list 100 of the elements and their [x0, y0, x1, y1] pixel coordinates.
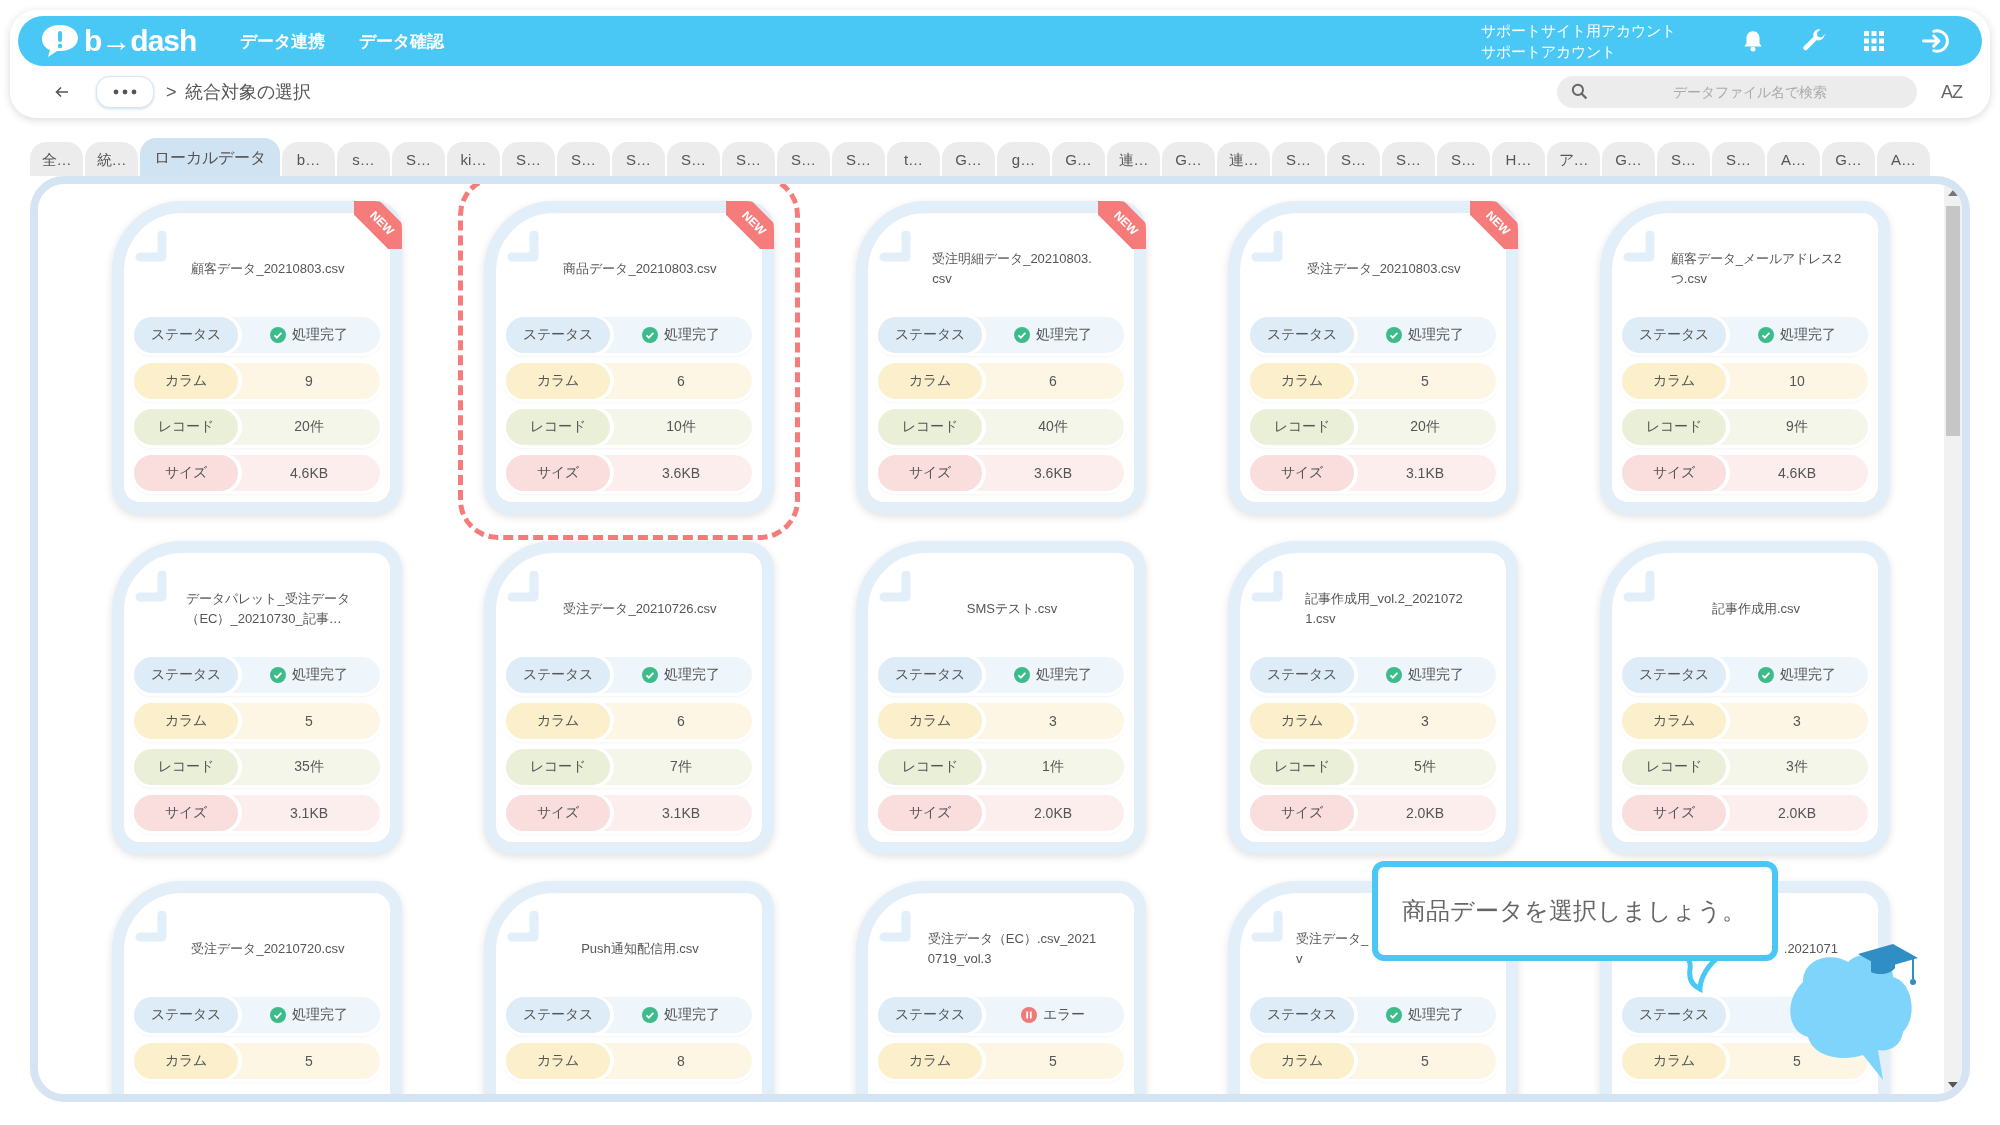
scroll-thumb[interactable] — [1946, 206, 1960, 436]
info-row: サイズ 4.6KB — [134, 455, 380, 491]
info-row: カラム 3 — [878, 703, 1124, 739]
tab[interactable]: A… — [1877, 142, 1930, 176]
info-row: サイズ 4.6KB — [1622, 455, 1868, 491]
info-row: サイズ 3.1KB — [134, 795, 380, 831]
info-row: カラム 3 — [1622, 703, 1868, 739]
file-card[interactable]: 受注データ_20210720.csv ステータス 処理完了 カラム 5 — [112, 881, 402, 1094]
file-name: .2021071 — [1783, 940, 1838, 958]
info-row: ステータス 処理完了 — [134, 997, 380, 1033]
tab[interactable]: S… — [1327, 142, 1380, 176]
info-row: サイズ 3.6KB — [878, 455, 1124, 491]
tab[interactable]: S… — [392, 142, 445, 176]
more-button[interactable] — [96, 76, 154, 108]
scroll-up-icon[interactable] — [1948, 190, 1958, 196]
info-row: ステータス 処理完了 — [506, 657, 752, 693]
breadcrumb-separator: > — [166, 81, 177, 103]
tab[interactable]: G… — [1822, 142, 1875, 176]
file-card[interactable]: 記事作成用.csv ステータス 処理完了 カラム 3 レコード 3件 サイズ 2.0KB — [1600, 541, 1890, 854]
info-row: レコード 5件 — [1250, 749, 1496, 785]
tab[interactable]: t… — [887, 142, 940, 176]
tab[interactable]: S… — [1382, 142, 1435, 176]
info-row: サイズ 2.0KB — [878, 795, 1124, 831]
file-card[interactable]: SMSテスト.csv ステータス 処理完了 カラム 3 レコード 1件 サイズ 2.0KB — [856, 541, 1146, 854]
tab[interactable]: S… — [722, 142, 775, 176]
info-row: カラム 6 — [506, 363, 752, 399]
tab[interactable]: 統… — [85, 142, 138, 176]
file-name: 商品データ_20210803.csv — [563, 260, 717, 278]
dots-icon — [113, 89, 137, 95]
info-row: カラム 9 — [134, 363, 380, 399]
file-card[interactable]: 受注データ（EC）.csv_2021 0719_vol.3 ステータス エラー カラム 5 — [856, 881, 1146, 1094]
file-card[interactable]: 顧客データ_メールアドレス2 つ.csv ステータス 処理完了 カラム 10 レコード 9件 サイズ 4.6KB — [1600, 201, 1890, 514]
info-row: カラム 6 — [506, 703, 752, 739]
file-card[interactable]: Push通知配信用.csv ステータス 処理完了 カラム 8 — [484, 881, 774, 1094]
tab[interactable]: S… — [612, 142, 665, 176]
info-row: ステータス 処理完了 — [1250, 657, 1496, 693]
info-row: ステータス 処理完了 — [506, 317, 752, 353]
info-row: レコード 10件 — [506, 409, 752, 445]
file-name: 受注データ（EC）.csv_2021 0719_vol.3 — [927, 930, 1097, 968]
info-row: カラム 5 — [878, 1043, 1124, 1079]
tab[interactable]: g… — [997, 142, 1050, 176]
tab[interactable]: S… — [1712, 142, 1765, 176]
info-row: サイズ 2.0KB — [1250, 795, 1496, 831]
info-row: カラム 5 — [134, 1043, 380, 1079]
info-row: ステータス 処理完了 — [1250, 317, 1496, 353]
tab[interactable]: G… — [942, 142, 995, 176]
file-card[interactable]: 受注データ_20210726.csv ステータス 処理完了 カラム 6 レコード 7件 サイズ 3.1KB — [484, 541, 774, 854]
scroll-down-icon[interactable] — [1948, 1082, 1958, 1088]
file-name: データパレット_受注データ （EC）_20210730_記事… — [186, 590, 350, 628]
file-name: 受注明細データ_20210803. csv — [932, 250, 1092, 288]
tab[interactable]: b… — [282, 142, 335, 176]
tab[interactable]: ローカルデータ — [140, 138, 280, 176]
file-name: 受注データ_ v — [1296, 930, 1369, 968]
info-row: カラム 10 — [1622, 363, 1868, 399]
file-card[interactable]: データパレット_受注データ （EC）_20210730_記事… ステータス 処理完了 カラム 5 レコード 35件 サイズ 3.1KB — [112, 541, 402, 854]
sort-button[interactable]: AZ — [1941, 81, 1962, 103]
info-row: サイズ 2.0KB — [1622, 795, 1868, 831]
tab[interactable]: 全… — [30, 142, 83, 176]
info-row: ステータス 処理完了 — [1622, 317, 1868, 353]
tab[interactable]: S… — [832, 142, 885, 176]
info-row: レコード 3件 — [1622, 749, 1868, 785]
tab[interactable]: G… — [1602, 142, 1655, 176]
back-arrow-icon[interactable] — [54, 84, 70, 100]
tab[interactable]: H… — [1492, 142, 1545, 176]
tab[interactable]: ア… — [1547, 142, 1600, 176]
search-field[interactable]: データファイル名で検索 — [1557, 76, 1917, 108]
file-name: 顧客データ_メールアドレス2 つ.csv — [1670, 250, 1842, 288]
grid-icon[interactable] — [1862, 29, 1886, 53]
file-name: 記事作成用_vol.2_2021072 1.csv — [1305, 590, 1463, 628]
info-row: ステータス 処理完了 — [878, 657, 1124, 693]
tab[interactable]: S… — [777, 142, 830, 176]
tab[interactable]: s… — [337, 142, 390, 176]
tab[interactable]: S… — [1657, 142, 1710, 176]
tab[interactable]: 連… — [1217, 142, 1270, 176]
tab[interactable]: S… — [1437, 142, 1490, 176]
info-row: レコード 40件 — [878, 409, 1124, 445]
info-row: カラム 5 — [134, 703, 380, 739]
tab[interactable]: S… — [667, 142, 720, 176]
tab[interactable]: ki… — [447, 142, 500, 176]
info-row: カラム 5 — [1250, 363, 1496, 399]
scrollbar[interactable] — [1944, 184, 1962, 1094]
tab[interactable]: G… — [1052, 142, 1105, 176]
info-row: カラム 3 — [1250, 703, 1496, 739]
info-row: ステータス 処理完了 — [878, 317, 1124, 353]
file-card[interactable]: 記事作成用_vol.2_2021072 1.csv ステータス 処理完了 カラム 3 レコード 5件 サイズ 2.0KB — [1228, 541, 1518, 854]
info-row: ステータス 処理完了 — [134, 657, 380, 693]
tab[interactable]: S… — [502, 142, 555, 176]
file-name: 受注データ_20210803.csv — [1307, 260, 1461, 278]
info-row: サイズ 3.1KB — [1250, 455, 1496, 491]
tab[interactable]: 連… — [1107, 142, 1160, 176]
tab[interactable]: S… — [557, 142, 610, 176]
info-row: ステータス エラー — [878, 997, 1124, 1033]
info-row: カラム 5 — [1622, 1043, 1868, 1079]
tab[interactable]: G… — [1162, 142, 1215, 176]
tab[interactable]: A… — [1767, 142, 1820, 176]
info-row: ステータス 処理完了 — [506, 997, 752, 1033]
tab[interactable]: S… — [1272, 142, 1325, 176]
info-row: サイズ 3.1KB — [506, 795, 752, 831]
file-name: 記事作成用.csv — [1711, 600, 1801, 618]
info-row: サイズ 3.6KB — [506, 455, 752, 491]
